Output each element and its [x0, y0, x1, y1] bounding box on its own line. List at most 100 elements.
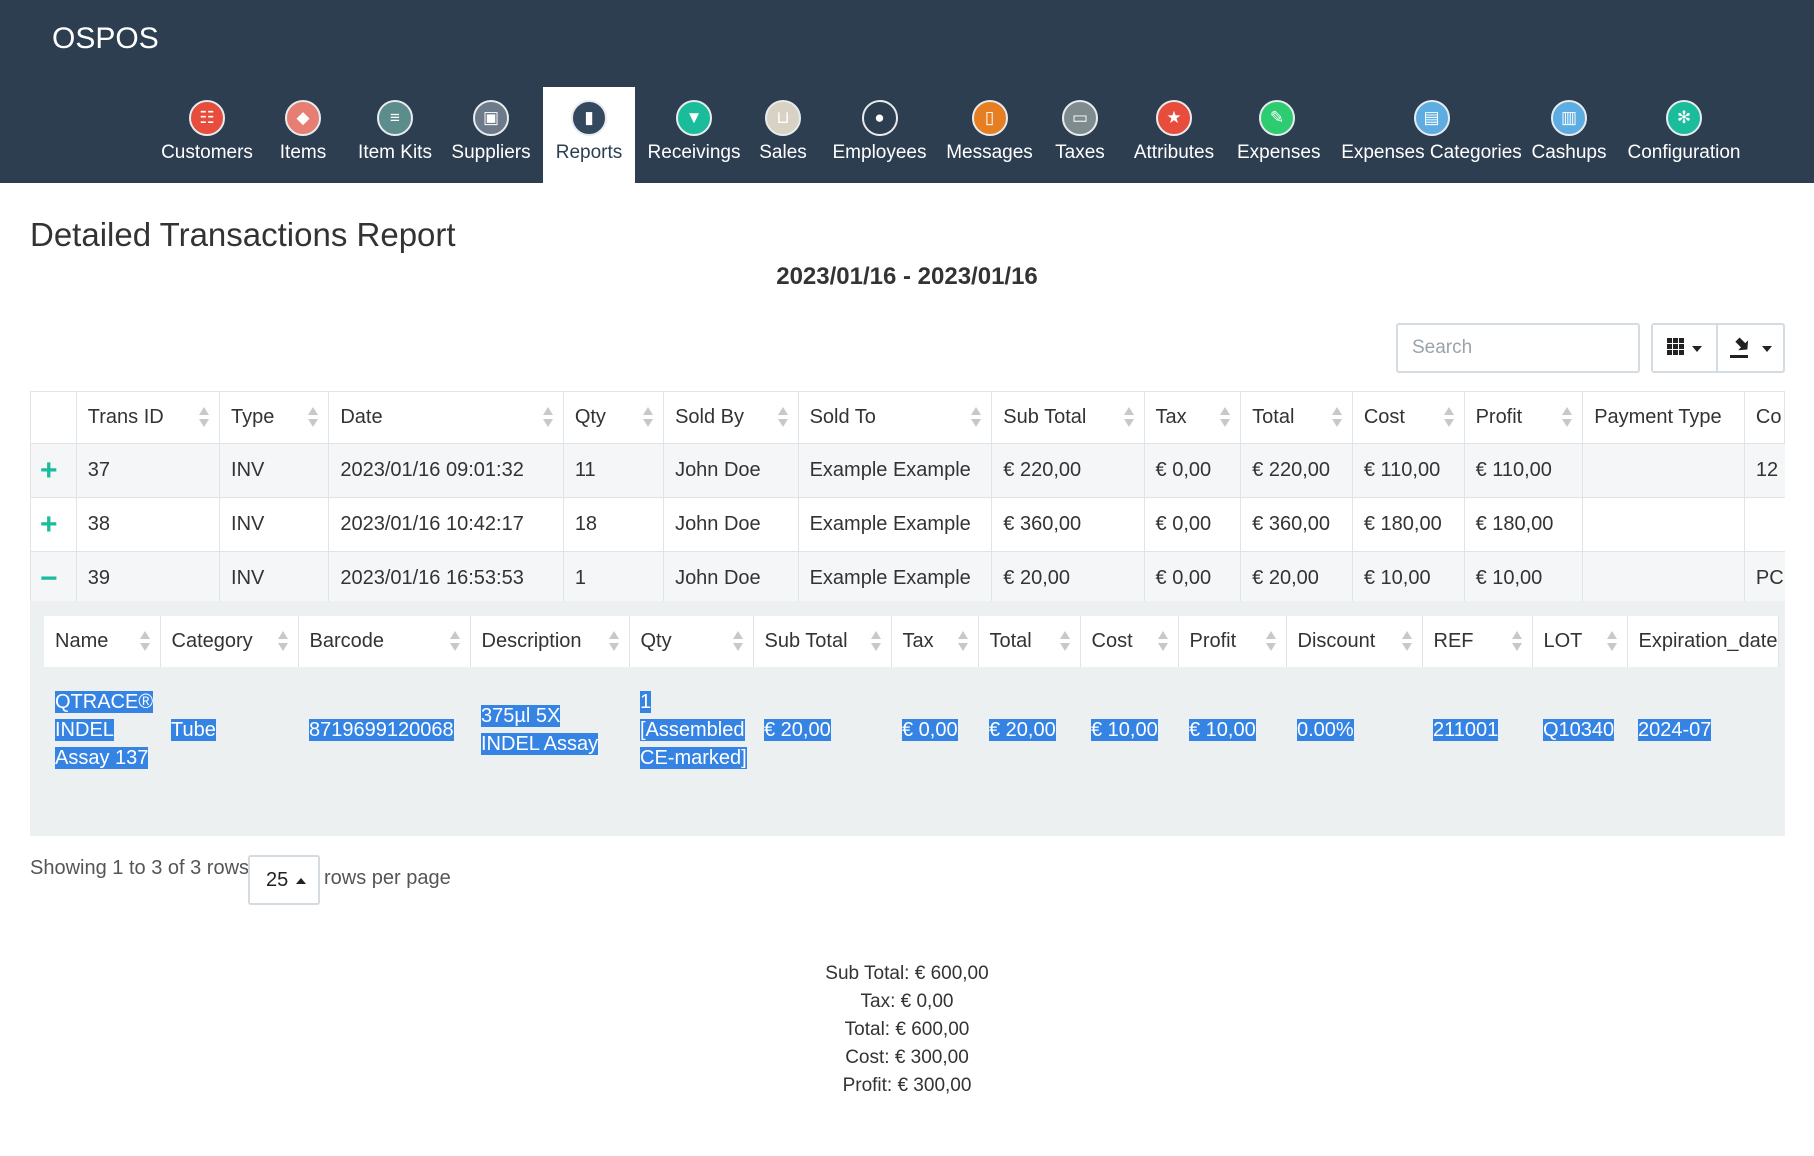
export-button[interactable]	[1716, 323, 1785, 373]
nav-expenses-categories[interactable]: ▤ Expenses Categories	[1333, 87, 1530, 183]
export-icon	[1730, 337, 1749, 358]
detail-column-header[interactable]: Barcode	[298, 616, 471, 667]
column-header[interactable]: Co	[1743, 391, 1785, 444]
collapse-row-icon[interactable]: −	[40, 562, 58, 595]
nav-configuration[interactable]: ✻ Configuration	[1621, 87, 1747, 183]
nav-employees[interactable]: ● Employees	[823, 87, 936, 183]
nav-messages[interactable]: ▯ Messages	[942, 87, 1037, 183]
sort-icon[interactable]	[643, 407, 654, 429]
nav-attributes[interactable]: ★ Attributes	[1123, 87, 1225, 183]
detail-column-header-label: Sub Total	[764, 630, 848, 652]
nav-receivings[interactable]: ▼ Receivings	[638, 87, 750, 183]
sort-icon[interactable]	[777, 407, 788, 429]
detail-column-header[interactable]: Tax	[891, 616, 979, 667]
expander-cell: +	[30, 443, 77, 498]
detail-column-header[interactable]: Total	[978, 616, 1081, 667]
detail-column-header[interactable]: REF	[1422, 616, 1533, 667]
detail-cell: € 10,00	[1178, 667, 1286, 793]
detail-column-header[interactable]: Profit	[1178, 616, 1287, 667]
expand-row-icon[interactable]: +	[40, 508, 58, 541]
sort-icon[interactable]	[1401, 631, 1412, 653]
detail-column-header[interactable]: Name	[44, 616, 161, 667]
column-header[interactable]: Type	[219, 391, 330, 444]
sort-icon[interactable]	[1157, 631, 1168, 653]
detail-column-header[interactable]: Discount	[1286, 616, 1423, 667]
nav-reports[interactable]: ▮ Reports	[543, 87, 635, 183]
column-header[interactable]: Sub Total	[991, 391, 1145, 444]
nav-sales[interactable]: ⊔ Sales	[755, 87, 811, 183]
detail-column-header[interactable]: Qty	[629, 616, 754, 667]
column-header-label: Total	[1252, 406, 1295, 428]
detail-column-header[interactable]: Category	[160, 616, 299, 667]
nav-customers[interactable]: ☷ Customers	[157, 87, 257, 183]
column-header[interactable]: Tax	[1143, 391, 1242, 444]
column-header[interactable]: Sold To	[797, 391, 993, 444]
column-header-label: Payment Type	[1594, 406, 1722, 428]
nav-items[interactable]: ◆ Items	[271, 87, 335, 183]
sort-icon[interactable]	[1123, 407, 1134, 429]
column-header[interactable]: Trans ID	[75, 391, 221, 444]
sort-icon[interactable]	[870, 631, 881, 653]
page-size-value: 25	[266, 869, 289, 891]
nav-expenses[interactable]: ✎ Expenses	[1237, 87, 1320, 183]
sort-icon[interactable]	[1059, 631, 1070, 653]
brand-logo[interactable]: OSPOS	[52, 22, 159, 56]
sort-icon[interactable]	[308, 407, 319, 429]
column-header[interactable]: Sold By	[663, 391, 799, 444]
sort-icon[interactable]	[971, 407, 982, 429]
detail-column-header[interactable]: Expiration_date	[1627, 616, 1780, 667]
detail-column-header[interactable]: Sub Total	[753, 616, 892, 667]
detail-column-header-label: Tax	[902, 630, 934, 652]
nav-taxes[interactable]: ▭ Taxes	[1050, 87, 1110, 183]
nav-suppliers[interactable]: ▣ Suppliers	[446, 87, 536, 183]
sort-icon[interactable]	[1443, 407, 1454, 429]
customers-icon: ☷	[189, 100, 225, 136]
table-cell: € 110,00	[1351, 443, 1465, 498]
summary-tax: Tax: € 0,00	[860, 991, 954, 1012]
page-size-dropdown[interactable]: 25	[248, 855, 320, 905]
column-header[interactable]: Total	[1240, 391, 1353, 444]
summary-cost: Cost: € 300,00	[845, 1047, 969, 1068]
columns-toggle-button[interactable]	[1651, 323, 1718, 373]
nav-glyph: ✻	[1676, 108, 1692, 127]
sort-icon[interactable]	[139, 631, 150, 653]
sort-icon[interactable]	[1562, 407, 1573, 429]
sort-icon[interactable]	[199, 407, 210, 429]
column-header[interactable]: Date	[328, 391, 564, 444]
column-header[interactable]: Profit	[1463, 391, 1584, 444]
detail-column-header-label: Name	[55, 630, 109, 652]
nav-item-kits[interactable]: ≡ Item Kits	[349, 87, 441, 183]
sort-icon[interactable]	[449, 631, 460, 653]
sort-icon[interactable]	[542, 407, 553, 429]
table-cell: John Doe	[663, 551, 799, 605]
sort-icon[interactable]	[1606, 631, 1617, 653]
sort-icon[interactable]	[732, 631, 743, 653]
selected-text: Q10340	[1543, 719, 1615, 741]
detail-column-header[interactable]: Cost	[1080, 616, 1179, 667]
column-header[interactable]: Cost	[1351, 391, 1465, 444]
column-header	[30, 391, 77, 444]
expand-row-icon[interactable]: +	[40, 454, 58, 487]
sort-icon[interactable]	[608, 631, 619, 653]
table-cell: 1	[562, 551, 664, 605]
sort-icon[interactable]	[1511, 631, 1522, 653]
nav-label: Cashups	[1531, 142, 1607, 163]
top-navbar: OSPOS ☷ Customers ◆ Items ≡ Item Kits ▣ Supplie…	[0, 0, 1814, 183]
sort-icon[interactable]	[1220, 407, 1231, 429]
sort-icon[interactable]	[1331, 407, 1342, 429]
nav-label: Item Kits	[358, 142, 432, 163]
sort-icon[interactable]	[957, 631, 968, 653]
messages-icon: ▯	[971, 100, 1008, 136]
employees-icon: ●	[861, 100, 898, 136]
sort-icon[interactable]	[1265, 631, 1276, 653]
nav-cashups[interactable]: ▥ Cashups	[1530, 87, 1608, 183]
column-header[interactable]: Payment Type	[1582, 391, 1745, 444]
cashups-icon: ▥	[1551, 100, 1587, 136]
sort-icon[interactable]	[277, 631, 288, 653]
column-header[interactable]: Qty	[562, 391, 665, 444]
detail-column-header[interactable]: Description	[470, 616, 630, 667]
detail-column-header[interactable]: LOT	[1532, 616, 1628, 667]
table-cell	[1743, 497, 1785, 552]
search-input[interactable]	[1396, 323, 1640, 373]
nav-label: Messages	[946, 142, 1033, 163]
